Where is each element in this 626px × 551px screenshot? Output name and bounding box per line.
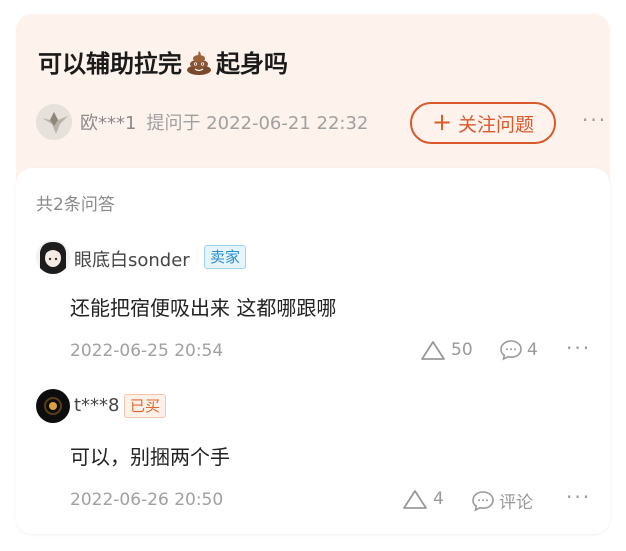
comment-label: 评论 [499, 493, 533, 513]
comment-bubble-icon [472, 490, 494, 511]
like-count: 50 [451, 340, 473, 360]
answers-count: 共2条问答 [36, 195, 115, 215]
seller-badge: 卖家 [204, 245, 247, 269]
user-avatar[interactable] [36, 389, 70, 423]
bird-avatar-icon [36, 104, 72, 140]
bought-badge: 已买 [124, 394, 167, 418]
dark-orb-avatar-icon [36, 389, 70, 423]
answer-date: 2022-06-25 20:54 [70, 341, 224, 361]
asker-avatar[interactable] [36, 104, 72, 140]
answer-content: 还能把宿便吸出来 这都哪跟哪 [70, 296, 337, 320]
user-avatar[interactable] [36, 240, 70, 274]
comment-button[interactable]: 4 [499, 339, 538, 361]
question-title: 可以辅助拉完 起身吗 [38, 44, 288, 79]
follow-question-button[interactable]: + 关注问题 [410, 102, 556, 144]
like-button[interactable]: 50 [419, 339, 473, 361]
answer-item: 眼底白sonder 卖家 还能把宿便吸出来 这都哪跟哪 2022-06-25 2… [16, 240, 610, 370]
answers-card: 共2条问答 眼底白sonder 卖家 还能把宿便吸出来 这都哪跟哪 2022-0… [16, 168, 610, 534]
comment-button[interactable]: 评论 [471, 488, 533, 513]
thumb-triangle-icon [403, 490, 427, 509]
asked-time: 提问于 2022-06-21 22:32 [146, 113, 369, 134]
answer-item: t***8 已买 可以，别捆两个手 2022-06-26 20:50 4 评论 … [16, 389, 610, 519]
answer-date: 2022-06-26 20:50 [70, 490, 224, 510]
more-options-icon[interactable]: ··· [566, 336, 591, 360]
qa-page: 可以辅助拉完 起身吗 欧***1 提问于 2022-06-21 22:32 + … [0, 0, 626, 551]
more-options-icon[interactable]: ··· [582, 108, 607, 132]
follow-question-label: 关注问题 [458, 113, 535, 136]
more-options-icon[interactable]: ··· [566, 485, 591, 509]
comment-count: 4 [527, 340, 538, 360]
question-title-suffix: 起身吗 [216, 50, 288, 78]
anime-avatar-icon [36, 240, 70, 274]
like-button[interactable]: 4 [401, 488, 444, 510]
like-count: 4 [433, 489, 444, 509]
thumb-triangle-icon [421, 341, 445, 360]
asker-name[interactable]: 欧***1 [80, 109, 136, 135]
answer-content: 可以，别捆两个手 [70, 445, 230, 469]
poop-emoji-icon [187, 50, 211, 75]
asker-row: 欧***1 提问于 2022-06-21 22:32 + 关注问题 ··· [36, 102, 605, 144]
answer-user-name[interactable]: t***8 [74, 395, 120, 416]
answer-user-name[interactable]: 眼底白sonder [74, 246, 190, 272]
comment-bubble-icon [500, 340, 522, 361]
question-title-text: 可以辅助拉完 [38, 50, 182, 78]
plus-icon: + [431, 108, 453, 136]
